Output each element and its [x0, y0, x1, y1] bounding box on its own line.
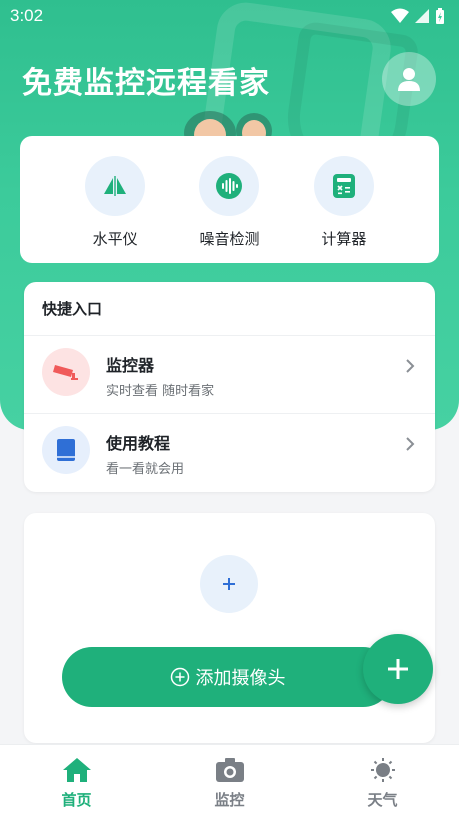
add-camera-plus[interactable]: [200, 555, 258, 613]
quick-entry-card: 快捷入口 监控器 实时查看 随时看家 使用教程 看一看就会用: [24, 282, 435, 492]
tool-icon-circle: [199, 156, 260, 216]
avatar[interactable]: [382, 52, 436, 106]
nav-home[interactable]: 首页: [27, 757, 127, 810]
camera-icon: [215, 758, 244, 782]
nav-weather[interactable]: 天气: [333, 757, 433, 810]
camera-card: 添加摄像头: [24, 513, 435, 743]
quick-item-title: 使用教程: [106, 434, 171, 453]
battery-icon: [436, 7, 444, 24]
monitor-icon-circle: [42, 348, 90, 396]
quick-item-tutorial[interactable]: 使用教程 看一看就会用: [24, 414, 435, 492]
tool-label: 噪音检测: [199, 230, 260, 248]
quick-item-monitor[interactable]: 监控器 实时查看 随时看家: [24, 336, 435, 414]
nav-monitor[interactable]: 监控: [180, 757, 280, 810]
quick-item-subtitle: 看一看就会用: [106, 462, 185, 477]
level-icon: [104, 176, 127, 196]
tool-label: 水平仪: [92, 230, 138, 248]
tool-level[interactable]: 水平仪: [85, 156, 146, 263]
sound-wave-icon: [216, 173, 243, 199]
status-bar: 3:02: [0, 0, 459, 32]
calculator-icon: [332, 174, 355, 198]
book-icon: [57, 439, 75, 461]
add-camera-button[interactable]: 添加摄像头: [62, 647, 393, 707]
signal-icon: [415, 9, 429, 23]
quick-item-subtitle: 实时查看 随时看家: [106, 384, 215, 399]
floating-add-button[interactable]: [363, 634, 433, 704]
nav-label: 天气: [367, 791, 398, 809]
tool-calculator[interactable]: 计算器: [313, 156, 374, 263]
page-title: 免费监控远程看家: [22, 66, 270, 101]
bottom-nav: 首页 监控 天气: [0, 744, 459, 817]
tool-label: 计算器: [321, 230, 367, 248]
user-icon: [398, 68, 420, 91]
tool-icon-circle: [313, 156, 374, 216]
nav-label: 首页: [61, 791, 92, 809]
tools-card: 水平仪 噪音检测 计算器: [20, 136, 439, 263]
status-time: 3:02: [10, 6, 44, 25]
sun-icon: [370, 758, 395, 782]
tool-icon-circle: [85, 156, 146, 216]
nav-label: 监控: [214, 791, 245, 809]
tool-noise-detection[interactable]: 噪音检测: [199, 156, 260, 263]
tutorial-icon-circle: [42, 426, 90, 474]
quick-entry-title: 快捷入口: [42, 300, 103, 318]
plus-circle-icon: [170, 667, 189, 687]
plus-icon: [223, 578, 235, 590]
add-camera-label: 添加摄像头: [195, 668, 286, 689]
plus-icon: [388, 659, 408, 679]
chevron-right-icon: [406, 359, 415, 373]
wifi-icon: [391, 8, 409, 23]
chevron-right-icon: [406, 437, 415, 451]
home-icon: [62, 758, 91, 782]
camera-icon: [53, 365, 78, 380]
quick-item-title: 监控器: [106, 356, 155, 375]
